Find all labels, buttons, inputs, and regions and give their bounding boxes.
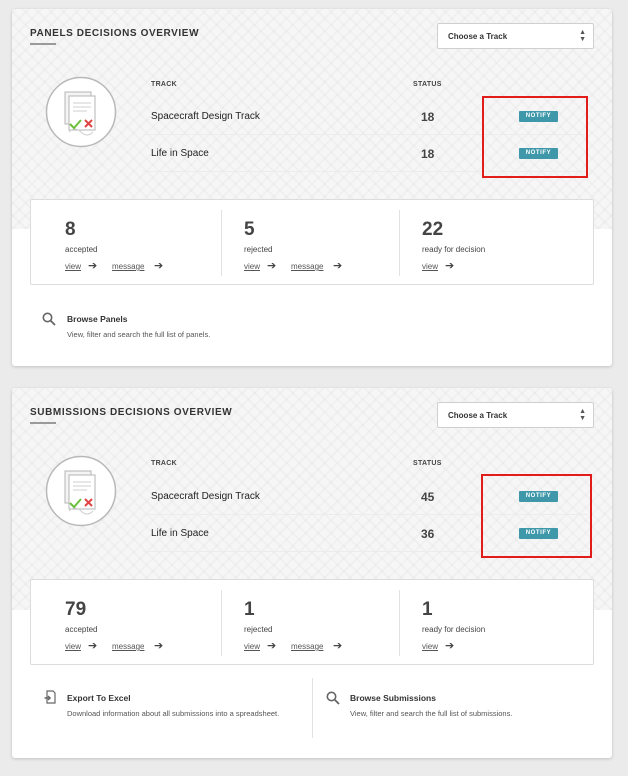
track-select-label: Choose a Track (448, 411, 508, 420)
arrow-right-icon: ➔ (445, 640, 455, 652)
stat-value: 79 (65, 599, 87, 620)
panels-stats-box: 8 accepted view ➔ message ➔ 5 rejected v… (30, 199, 594, 285)
status-column-header: STATUS (413, 81, 442, 88)
notify-highlight-box (482, 96, 588, 178)
stat-divider (221, 590, 222, 656)
track-select-label: Choose a Track (448, 32, 508, 41)
stat-divider (399, 210, 400, 276)
track-status-count: 18 (421, 110, 435, 124)
track-name: Life in Space (151, 148, 209, 159)
track-status-count: 36 (421, 527, 435, 541)
arrow-right-icon: ➔ (267, 640, 277, 652)
stat-label: accepted (65, 245, 98, 254)
browse-panels-description: View, filter and search the full list of… (67, 330, 211, 339)
stat-divider (399, 590, 400, 656)
message-link[interactable]: message (112, 642, 144, 651)
track-status-count: 18 (421, 147, 435, 161)
track-status-count: 45 (421, 490, 435, 504)
notify-highlight-box (481, 474, 592, 558)
stat-label: ready for decision (422, 625, 486, 634)
document-check-cross-icon (45, 76, 117, 148)
title-underline (30, 422, 56, 424)
track-column-header: TRACK (151, 81, 177, 88)
track-name: Spacecraft Design Track (151, 111, 260, 122)
stat-label: accepted (65, 625, 98, 634)
track-name: Spacecraft Design Track (151, 491, 260, 502)
arrow-right-icon: ➔ (88, 260, 98, 272)
message-link[interactable]: message (291, 262, 323, 271)
stat-label: ready for decision (422, 245, 486, 254)
export-to-excel-link[interactable]: Export To Excel (67, 693, 131, 703)
view-link[interactable]: view (422, 642, 438, 651)
view-link[interactable]: view (244, 642, 260, 651)
view-link[interactable]: view (65, 642, 81, 651)
arrow-right-icon: ➔ (88, 640, 98, 652)
stat-value: 1 (244, 599, 255, 620)
arrow-right-icon: ➔ (154, 640, 164, 652)
search-icon (326, 691, 340, 705)
stat-label: rejected (244, 245, 273, 254)
submissions-track-select[interactable]: Choose a Track ▲ ▼ (437, 402, 594, 428)
chevron-up-down-icon: ▲ ▼ (579, 29, 586, 43)
arrow-right-icon: ➔ (445, 260, 455, 272)
action-divider (312, 678, 313, 738)
submissions-decisions-card: SUBMISSIONS DECISIONS OVERVIEW Choose a … (12, 388, 612, 758)
panels-card-title: PANELS DECISIONS OVERVIEW (30, 28, 200, 39)
view-link[interactable]: view (244, 262, 260, 271)
status-column-header: STATUS (413, 460, 442, 467)
view-link[interactable]: view (65, 262, 81, 271)
stat-value: 5 (244, 219, 255, 240)
submissions-card-title: SUBMISSIONS DECISIONS OVERVIEW (30, 407, 233, 418)
chevron-up-down-icon: ▲ ▼ (579, 408, 586, 422)
panels-track-select[interactable]: Choose a Track ▲ ▼ (437, 23, 594, 49)
stat-label: rejected (244, 625, 273, 634)
stat-divider (221, 210, 222, 276)
message-link[interactable]: message (112, 262, 144, 271)
document-check-cross-icon (45, 455, 117, 527)
submissions-stats-box: 79 accepted view ➔ message ➔ 1 rejected … (30, 579, 594, 665)
stat-value: 8 (65, 219, 76, 240)
arrow-right-icon: ➔ (267, 260, 277, 272)
track-name: Life in Space (151, 528, 209, 539)
arrow-right-icon: ➔ (333, 260, 343, 272)
browse-submissions-link[interactable]: Browse Submissions (350, 693, 436, 703)
arrow-right-icon: ➔ (154, 260, 164, 272)
panels-decisions-card: PANELS DECISIONS OVERVIEW Choose a Track… (12, 9, 612, 366)
message-link[interactable]: message (291, 642, 323, 651)
arrow-right-icon: ➔ (333, 640, 343, 652)
browse-panels-link[interactable]: Browse Panels (67, 314, 127, 324)
stat-value: 1 (422, 599, 433, 620)
stat-value: 22 (422, 219, 444, 240)
browse-submissions-description: View, filter and search the full list of… (350, 709, 513, 718)
export-description: Download information about all submissio… (67, 709, 280, 718)
title-underline (30, 43, 56, 45)
view-link[interactable]: view (422, 262, 438, 271)
search-icon (42, 312, 56, 326)
track-column-header: TRACK (151, 460, 177, 467)
export-icon (44, 690, 56, 704)
